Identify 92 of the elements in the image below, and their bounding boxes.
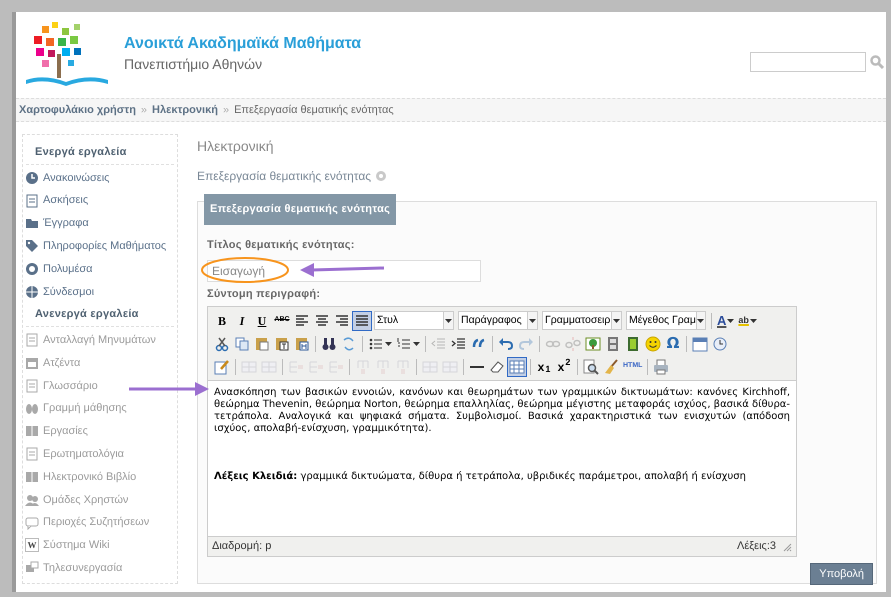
title-field[interactable]: Εισαγωγή: [207, 260, 481, 282]
broom-icon: [603, 358, 619, 374]
caret-icon: [697, 318, 704, 322]
form-legend: Επεξεργασία θεματικής ενότητας: [204, 194, 396, 225]
outdent-icon: [431, 336, 447, 352]
table-cell-icon: [241, 358, 257, 374]
caret-icon: [445, 318, 452, 322]
breadcrumb-link[interactable]: Χαρτοφυλάκιο χρήστη: [19, 102, 136, 118]
table-cell-icon: [422, 358, 438, 374]
sidebar-link[interactable]: Πληροφορίες Μαθήματος: [43, 238, 166, 255]
sidebar-link[interactable]: Έγγραφα: [43, 215, 89, 232]
toolbar-button[interactable]: x$_{1}$: [534, 356, 554, 376]
breadcrumb-separator: »: [222, 102, 230, 118]
indent-icon: [451, 336, 467, 352]
caret-icon: [413, 342, 420, 346]
dropdown[interactable]: Παράγραφος: [458, 311, 538, 330]
table-column-icon: [355, 358, 371, 374]
toolbar-button[interactable]: [643, 334, 663, 354]
bullet-list-icon: [368, 336, 384, 352]
table-column-icon: [375, 358, 391, 374]
sidebar-link[interactable]: Σύνδεσμοι: [43, 284, 94, 300]
copy-icon: [234, 336, 250, 352]
caret-icon: [727, 318, 734, 322]
tree-picture-icon: [585, 336, 601, 352]
table-cell-icon: [261, 358, 277, 374]
toolbar-button[interactable]: I: [232, 310, 252, 330]
breadcrumb-current: Επεξεργασία θεματικής ενότητας: [234, 102, 394, 118]
caret-icon: [750, 318, 757, 322]
sidebar-heading: Ενεργά εργαλεία: [26, 141, 174, 164]
sidebar-heading: Ανενεργά εργαλεία: [26, 303, 174, 327]
clipboard-icon: [254, 336, 270, 352]
table-row-icon: [288, 358, 304, 374]
table-row-icon: [308, 358, 324, 374]
element-path: Διαδρομή: p: [212, 539, 272, 554]
toolbar-button[interactable]: ab: [736, 310, 759, 330]
page-title: Ηλεκτρονική: [197, 137, 275, 156]
clipboard-icon: [274, 336, 290, 352]
broken-chain-icon: [565, 336, 581, 352]
search-field[interactable]: [750, 52, 866, 72]
site-title: Ανοικτά Ακαδημαϊκά Μαθήματα: [124, 34, 362, 54]
filmstrip-icon: [625, 336, 641, 352]
editor-paragraph: Λέξεις Κλειδιά: γραμμικά δικτυώματα, δίθυρα ή τετράπολα, υβριδικές παράμετροι, απολαβή ή ενίσχυση: [214, 471, 747, 483]
toolbar-button[interactable]: A: [715, 310, 736, 330]
caret-icon: [385, 342, 392, 346]
numbered-list-icon: [396, 336, 412, 352]
resize-handle-icon[interactable]: [782, 542, 792, 552]
table-cell-icon: [442, 358, 458, 374]
toolbar-button[interactable]: U: [252, 310, 272, 330]
field-label: Τίτλος θεματικής ενότητας:: [207, 238, 356, 253]
word-count: Λέξεις:3: [737, 539, 776, 554]
breadcrumb-separator: »: [140, 102, 148, 118]
clock-icon: [712, 336, 728, 352]
printer-icon: [653, 358, 670, 374]
clipboard-icon: [294, 336, 310, 352]
justify-icon: [354, 312, 370, 328]
sidebar-link[interactable]: Ασκήσεις: [43, 192, 88, 209]
site-subtitle: Πανεπιστήμιο Αθηνών: [124, 55, 264, 74]
align-left-icon: [294, 312, 310, 328]
binoculars-icon: [321, 336, 337, 352]
eraser-icon: [489, 358, 505, 374]
align-center-icon: [314, 312, 330, 328]
dropdown[interactable]: Μέγεθος Γραμ: [626, 311, 706, 330]
undo-icon: [498, 336, 514, 352]
toolbar-button[interactable]: [352, 310, 372, 330]
sidebar-link[interactable]: Ανακοινώσεις: [43, 170, 110, 186]
notepad-pencil-icon: [214, 358, 230, 374]
magnifier-page-icon: [583, 358, 599, 374]
breadcrumb-link[interactable]: Ηλεκτρονική: [152, 102, 218, 118]
film-frame-icon: [605, 336, 621, 352]
table-icon: [509, 358, 525, 374]
wiki-icon: W: [25, 538, 39, 552]
sidebar-link[interactable]: Πολυμέσα: [43, 260, 92, 278]
table-column-icon: [395, 358, 411, 374]
submit-button[interactable]: Υποβολή: [810, 563, 873, 585]
field-label: Σύντομη περιγραφή:: [207, 286, 322, 302]
scissors-icon: [214, 336, 230, 352]
page-subtitle: Επεξεργασία θεματικής ενότητας: [197, 168, 372, 185]
toolbar-button[interactable]: [581, 356, 601, 376]
table-row-icon: [328, 358, 344, 374]
dropdown[interactable]: Στυλ: [374, 311, 454, 330]
smiley-icon: [645, 336, 661, 352]
editor-paragraph: Ανασκόπηση των βασικών εννοιών, κανόνων και θεωρημάτων των γραμμικών δικτυωμάτων: κανόνες Kirchhoff, θεώρημα Thevenin, θεώρημα Norton, θεώρημα επαλληλίας, θεώρημα μέγιστης μεταφοράς ισχύος, βασικά δίθυρα-τετράπολα. Αναλογικά και ψηφιακά σήματα. Συμβολισμοί. Βασικά χαρακτηριστικά των ενισχυτών (απόδοση ισχύος, απολαβή-ενίσχυση, γραμμικότητα).: [214, 387, 790, 435]
dropdown[interactable]: Γραμματοσειρ: [542, 311, 622, 330]
toolbar-button[interactable]: x$^{2}$: [554, 356, 574, 376]
caret-icon: [529, 318, 536, 322]
toolbar-button[interactable]: B: [212, 310, 232, 330]
redo-icon: [518, 336, 534, 352]
caret-icon: [613, 318, 620, 322]
align-right-icon: [334, 312, 350, 328]
calendar-icon: [692, 336, 708, 352]
horizontal-rule-icon: [469, 366, 485, 368]
toolbar-button[interactable]: Ω: [663, 334, 683, 354]
